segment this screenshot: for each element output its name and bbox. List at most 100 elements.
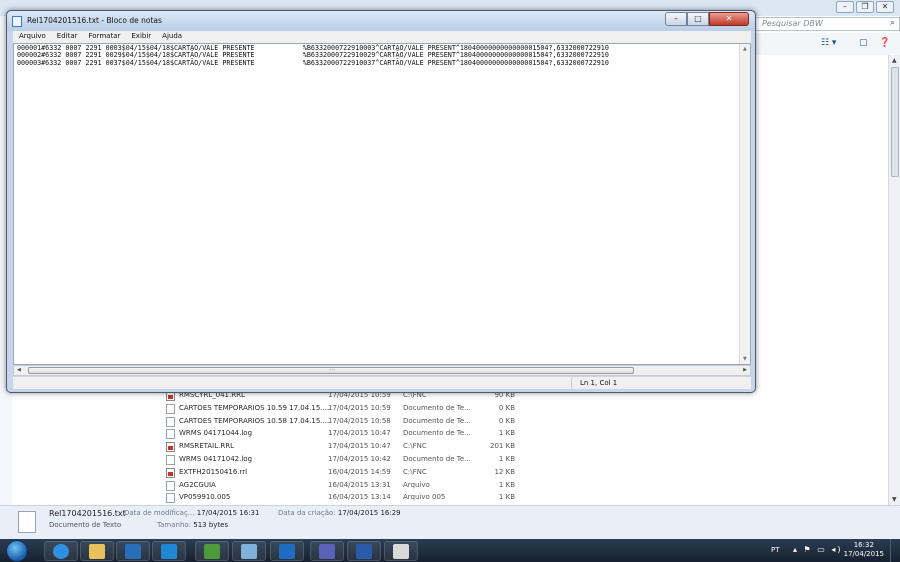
explorer-folder-icon[interactable] [80,541,114,561]
menu-exibir[interactable]: Exibir [125,31,156,43]
lync-icon[interactable] [152,541,186,561]
horizontal-scroll-thumb[interactable]: ⋯ [28,366,634,374]
file-row[interactable]: WRMS 04171044.log 17/04/2015 10:47 Documen… [163,428,583,441]
file-type: Documento de Te... [403,403,471,412]
file-type: Arquivo [403,480,430,489]
maximize-icon[interactable]: ❐ [856,1,874,13]
details-created: Data da criação: 17/04/2015 16:29 [278,509,401,517]
file-date: 16/04/2015 13:31 [328,480,391,489]
taskbar: PT ▴ ⚑ ▭ ◂) 16:32 17/04/2015 [0,539,900,562]
file-row[interactable]: CARTOES TEMPORARIOS 10.59 17.04.15.... 17… [163,403,583,416]
created-value: 17/04/2015 16:29 [337,509,401,517]
preview-pane-icon[interactable]: ▢ [859,38,868,48]
file-size: 201 KB [490,442,515,451]
explorer-toolbar: ☷ ▾ ▢ ❓ [755,33,900,55]
menu-arquivo[interactable]: Arquivo [13,31,51,43]
close-icon[interactable]: ✕ [876,1,894,13]
scroll-up-icon[interactable]: ▲ [892,57,897,64]
menu-editar[interactable]: Editar [51,31,83,43]
scroll-thumb[interactable] [891,67,899,177]
minimize-icon[interactable]: – [836,1,854,13]
file-date: 16/04/2015 14:59 [328,467,391,476]
file-row[interactable]: CARTOES TEMPORARIOS 10.58 17.04.15.... 17… [163,416,583,429]
menu-ajuda[interactable]: Ajuda [156,31,187,43]
outlook-mail-icon[interactable] [270,541,304,561]
cursor-position: Ln 1, Col 1 [580,379,618,387]
scroll-left-icon[interactable]: ◀ [17,367,21,373]
clock[interactable]: 16:32 17/04/2015 [844,541,884,559]
size-label: Tamanho: [157,521,192,529]
tray-icons[interactable]: ▴ ⚑ ▭ ◂) [793,545,843,554]
show-desktop-button[interactable] [890,539,900,562]
language-indicator[interactable]: PT [771,546,780,554]
file-name: AG2CGUIA [179,480,216,489]
modified-label: Data de modificaç... [124,509,195,517]
file-name: CARTOES TEMPORARIOS 10.59 17.04.15.... [179,403,330,412]
grip-icon: ⋯ [329,366,335,373]
file-row[interactable]: EXTFH20150416.rrl 16/04/2015 14:59 C:\FNC 1… [163,467,583,480]
file-date: 16/04/2015 13:14 [328,493,391,502]
paint-icon[interactable] [384,541,418,561]
file-size: 0 KB [498,403,515,412]
file-date: 17/04/2015 10:47 [328,442,391,451]
notepad-window: Rel1704201516.txt - Bloco de notas – □ ✕… [6,10,756,393]
file-date: 17/04/2015 10:58 [328,416,391,425]
minimize-button[interactable]: – [665,12,687,26]
start-button[interactable] [6,540,28,562]
network-icon[interactable] [310,541,344,561]
file-type: Documento de Te... [403,416,471,425]
word-icon[interactable] [347,541,381,561]
explorer-vertical-scrollbar[interactable]: ▲ ▼ [888,55,900,505]
details-pane: Rel1704201516.txt Documento de Texto Dat… [0,505,900,539]
details-modified: Data de modificaç... 17/04/2015 16:31 [124,509,259,517]
file-icon [166,416,175,427]
close-button[interactable]: ✕ [709,12,749,26]
maximize-button[interactable]: □ [687,12,709,26]
details-file-type: Documento de Texto [49,521,122,529]
green-app-icon[interactable] [195,541,229,561]
menu-formatar[interactable]: Formatar [83,31,126,43]
editor-horizontal-scrollbar[interactable]: ◀ ⋯ ▶ [13,365,751,376]
window-title: Rel1704201516.txt - Bloco de notas [27,16,162,25]
file-type: Documento de Te... [403,454,471,463]
scroll-up-icon[interactable]: ▲ [743,46,747,52]
details-file-name: Rel1704201516.txt [49,509,126,518]
created-label: Data da criação: [278,509,336,517]
file-row[interactable]: WRMS 04171042.log 17/04/2015 10:42 Documen… [163,454,583,467]
scroll-down-icon[interactable]: ▼ [892,496,897,503]
scroll-down-icon[interactable]: ▼ [743,356,747,362]
file-icon [166,467,175,478]
file-date: 17/04/2015 10:59 [328,403,391,412]
text-editor-area[interactable]: 000001#6332 0007 2291 0003$04/15$04/18$C… [13,43,751,365]
status-bar: Ln 1, Col 1 [13,376,751,389]
file-name: RMSRETAIL.RRL [179,442,234,451]
scroll-right-icon[interactable]: ▶ [743,367,747,373]
file-icon [166,480,175,491]
clock-time: 16:32 [853,541,874,549]
file-icon [166,403,175,414]
file-name: WRMS 04171042.log [179,454,253,463]
text-file-icon [18,511,36,533]
file-list: RMSCYRL_041.RRL 17/04/2015 10:59 C:\FNC 90 … [163,390,583,505]
file-date: 17/04/2015 10:47 [328,429,391,438]
file-size: 0 KB [498,416,515,425]
file-row[interactable]: VP059910.005 16/04/2015 13:14 Arquivo 005 1… [163,492,583,505]
system-tray: PT ▴ ⚑ ▭ ◂) 16:32 17/04/2015 [755,539,900,562]
editor-vertical-scrollbar[interactable]: ▲ ▼ [739,44,750,364]
file-icon [166,442,175,453]
outlook-icon[interactable] [116,541,150,561]
file-row[interactable]: RMSRETAIL.RRL 17/04/2015 10:47 C:\FNC 201 K… [163,441,583,454]
help-icon[interactable]: ❓ [879,38,890,48]
app-icon[interactable] [232,541,266,561]
notepad-title-bar[interactable]: Rel1704201516.txt - Bloco de notas – □ ✕ [7,11,755,31]
explorer-search-input[interactable]: Pesquisar DBW ⌕ [755,17,900,31]
size-value: 513 bytes [193,521,229,529]
ie-icon[interactable] [44,541,78,561]
menu-bar: Arquivo Editar Formatar Exibir Ajuda [13,31,751,43]
search-icon[interactable]: ⌕ [890,18,895,28]
explorer-content-area [755,55,888,505]
notepad-icon [12,16,22,27]
view-options-icon[interactable]: ☷ ▾ [821,38,836,48]
editor-content[interactable]: 000001#6332 0007 2291 0003$04/15$04/18$C… [17,44,609,67]
file-row[interactable]: AG2CGUIA 16/04/2015 13:31 Arquivo 1 KB [163,480,583,493]
